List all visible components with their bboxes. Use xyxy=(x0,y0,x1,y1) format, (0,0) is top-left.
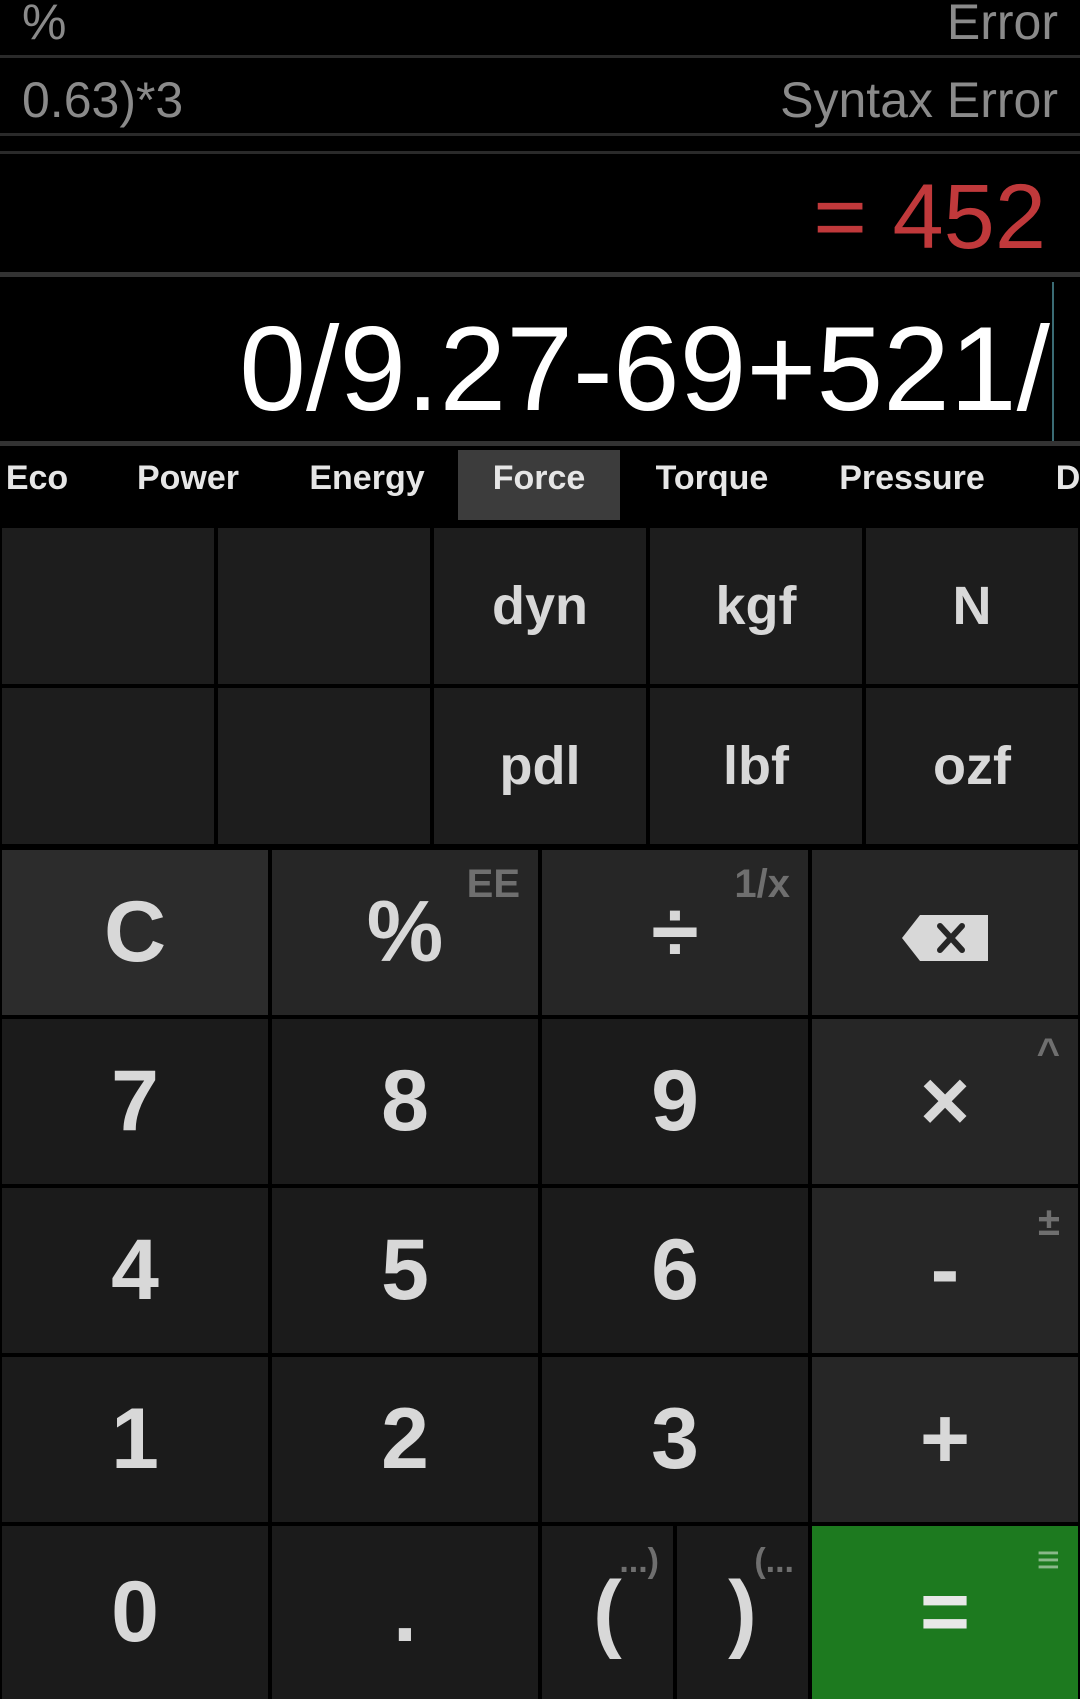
unit-button-empty xyxy=(2,528,214,684)
minus-label: - xyxy=(930,1222,960,1318)
result-value: = 452 xyxy=(813,166,1046,268)
digit-5-label: 5 xyxy=(381,1222,429,1318)
unit-button-empty xyxy=(2,688,214,844)
digit-8-label: 8 xyxy=(381,1053,429,1149)
digit-2-button[interactable]: 2 xyxy=(272,1357,538,1522)
history-row[interactable]: 0.63)*3 Syntax Error xyxy=(0,64,1080,136)
digit-4-button[interactable]: 4 xyxy=(2,1188,268,1353)
history-result: Syntax Error xyxy=(780,72,1058,128)
digit-9-label: 9 xyxy=(651,1053,699,1149)
expression-text: 0/9.27-69+521/ xyxy=(239,302,1050,436)
close-paren-label: ) xyxy=(728,1564,757,1660)
result-display: = 452 xyxy=(0,157,1080,277)
unit-button-empty xyxy=(218,688,430,844)
tab-torque[interactable]: Torque xyxy=(646,450,778,520)
digit-5-button[interactable]: 5 xyxy=(272,1188,538,1353)
close-paren-button[interactable]: ) (... xyxy=(677,1526,808,1699)
calculator-app: % Error 0.63)*3 Syntax Error = 452 0/9.2… xyxy=(0,0,1080,1699)
digit-2-label: 2 xyxy=(381,1391,429,1487)
unit-button-ozf[interactable]: ozf xyxy=(866,688,1078,844)
decimal-point-button[interactable]: . xyxy=(272,1526,538,1699)
unit-button-n[interactable]: N xyxy=(866,528,1078,684)
digit-9-button[interactable]: 9 xyxy=(542,1019,808,1184)
equals-label: = xyxy=(919,1564,971,1660)
percent-label: % xyxy=(366,884,444,980)
tab-energy[interactable]: Energy xyxy=(294,450,440,520)
unit-button-dyn[interactable]: dyn xyxy=(434,528,646,684)
digit-1-label: 1 xyxy=(111,1391,159,1487)
history-expression: % xyxy=(22,0,67,50)
history-result: Error xyxy=(946,0,1058,50)
unit-button-pdl[interactable]: pdl xyxy=(434,688,646,844)
ee-alt-label: EE xyxy=(466,862,520,906)
digit-7-label: 7 xyxy=(111,1053,159,1149)
power-alt-label: ^ xyxy=(1036,1031,1060,1075)
history-divider xyxy=(0,136,1080,154)
divide-button[interactable]: ÷ 1/x xyxy=(542,850,808,1015)
reciprocal-alt-label: 1/x xyxy=(734,862,790,906)
open-paren-button[interactable]: ( ...) xyxy=(542,1526,673,1699)
unit-button-lbf[interactable]: lbf xyxy=(650,688,862,844)
unit-button-empty xyxy=(218,528,430,684)
plus-label: + xyxy=(919,1391,971,1487)
digit-7-button[interactable]: 7 xyxy=(2,1019,268,1184)
plus-minus-alt-label: ± xyxy=(1038,1200,1060,1244)
open-paren-alt-label: ...) xyxy=(619,1542,659,1580)
unit-category-tabs: Eco Power Energy Force Torque Pressure D xyxy=(0,450,1080,522)
text-cursor xyxy=(1052,282,1054,441)
tab-power[interactable]: Power xyxy=(118,450,258,520)
plus-button[interactable]: + xyxy=(812,1357,1078,1522)
expression-input[interactable]: 0/9.27-69+521/ xyxy=(0,282,1080,446)
digit-3-label: 3 xyxy=(651,1391,699,1487)
digit-0-label: 0 xyxy=(111,1564,159,1660)
decimal-point-label: . xyxy=(393,1564,417,1660)
percent-button[interactable]: % EE xyxy=(272,850,538,1015)
tab-eco[interactable]: Eco xyxy=(0,450,74,520)
clear-button[interactable]: C xyxy=(2,850,268,1015)
history-expression: 0.63)*3 xyxy=(22,72,184,128)
equals-button[interactable]: = ≡ xyxy=(812,1526,1078,1699)
unit-button-kgf[interactable]: kgf xyxy=(650,528,862,684)
open-paren-label: ( xyxy=(593,1564,622,1660)
digit-3-button[interactable]: 3 xyxy=(542,1357,808,1522)
backspace-icon xyxy=(902,883,988,982)
tab-next-partial[interactable]: D xyxy=(1048,450,1080,520)
digit-8-button[interactable]: 8 xyxy=(272,1019,538,1184)
clear-label: C xyxy=(103,884,167,980)
digit-6-label: 6 xyxy=(651,1222,699,1318)
menu-alt-label: ≡ xyxy=(1036,1538,1060,1582)
digit-4-label: 4 xyxy=(111,1222,159,1318)
backspace-button[interactable] xyxy=(812,850,1078,1015)
digit-6-button[interactable]: 6 xyxy=(542,1188,808,1353)
digit-1-button[interactable]: 1 xyxy=(2,1357,268,1522)
divide-label: ÷ xyxy=(651,884,699,980)
multiply-label: × xyxy=(919,1053,971,1149)
close-paren-alt-label: (... xyxy=(754,1542,794,1580)
digit-0-button[interactable]: 0 xyxy=(2,1526,268,1699)
multiply-button[interactable]: × ^ xyxy=(812,1019,1078,1184)
history-row[interactable]: % Error xyxy=(0,0,1080,58)
tab-pressure[interactable]: Pressure xyxy=(826,450,998,520)
minus-button[interactable]: - ± xyxy=(812,1188,1078,1353)
tab-force[interactable]: Force xyxy=(458,450,620,520)
